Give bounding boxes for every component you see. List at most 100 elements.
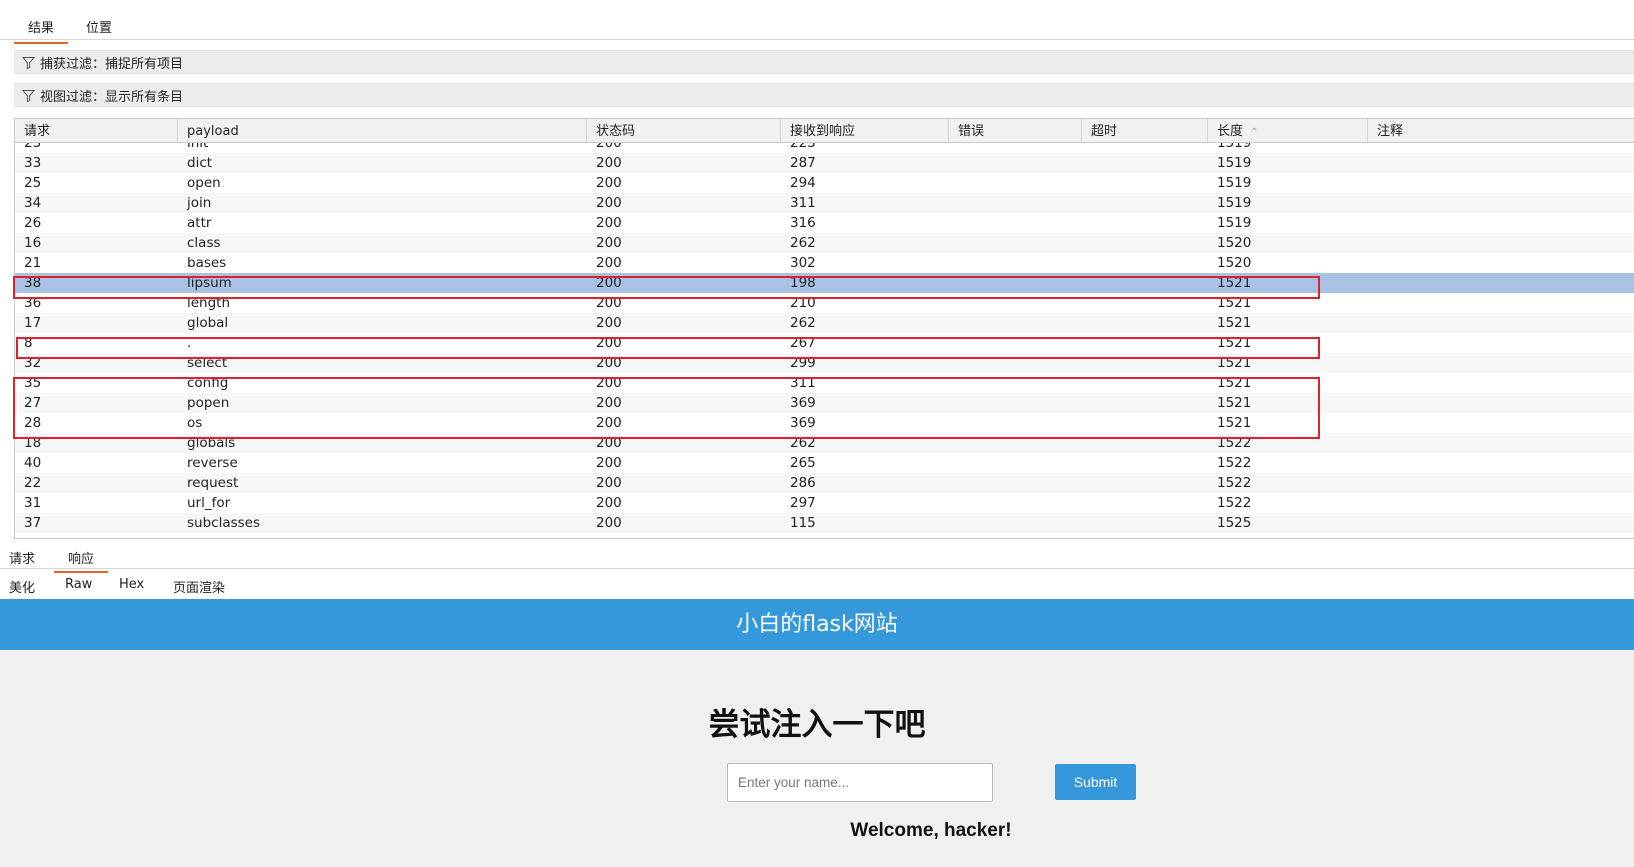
- cell-length: 1519: [1217, 215, 1252, 231]
- cell-payload: os: [187, 415, 203, 431]
- cell-request-id: 27: [24, 395, 42, 411]
- cell-request-id: 26: [24, 215, 42, 231]
- site-header: 小白的flask网站: [0, 599, 1634, 650]
- cell-request-id: 17: [24, 315, 42, 331]
- cell-request-id: 32: [24, 355, 42, 371]
- cell-payload: global: [187, 315, 229, 331]
- cell-status-code: 200: [596, 435, 622, 451]
- table-row[interactable]: 18 globals 200 262 1522: [15, 433, 1634, 453]
- cell-status-code: 200: [596, 235, 622, 251]
- cell-length: 1521: [1217, 395, 1252, 411]
- cell-status-code: 200: [596, 195, 622, 211]
- table-row[interactable]: 37 subclasses 200 115 1525: [15, 513, 1634, 533]
- cell-payload: request: [187, 475, 239, 491]
- tab-pretty[interactable]: 美化: [0, 577, 49, 600]
- table-row[interactable]: 36 length 200 210 1521: [15, 293, 1634, 313]
- cell-response-received: 302: [790, 255, 816, 271]
- page-heading: 尝试注入一下吧: [708, 707, 926, 743]
- table-row[interactable]: 33 dict 200 287 1519: [15, 153, 1634, 173]
- cell-response-received: 311: [790, 195, 816, 211]
- table-row[interactable]: 25 open 200 294 1519: [15, 173, 1634, 193]
- cell-response-received: 262: [790, 235, 816, 251]
- table-row[interactable]: 34 join 200 311 1519: [15, 193, 1634, 213]
- table-row[interactable]: 32 select 200 299 1521: [15, 353, 1634, 373]
- table-row[interactable]: 31 url_for 200 297 1522: [15, 493, 1634, 513]
- cell-response-received: 299: [790, 355, 816, 371]
- cell-response-received: 316: [790, 215, 816, 231]
- cell-payload: select: [187, 355, 228, 371]
- table-row[interactable]: 17 global 200 262 1521: [15, 313, 1634, 333]
- column-header-length[interactable]: 长度 ⌃: [1208, 119, 1368, 143]
- cell-payload: config: [187, 375, 229, 391]
- name-input[interactable]: [727, 763, 993, 802]
- table-row[interactable]: 35 config 200 311 1521: [15, 373, 1634, 393]
- cell-length: 1521: [1217, 295, 1252, 311]
- table-row[interactable]: 22 request 200 286 1522: [15, 473, 1634, 493]
- cell-length: 1520: [1217, 235, 1252, 251]
- cell-response-received: 198: [790, 275, 816, 291]
- cell-status-code: 200: [596, 515, 622, 531]
- cell-request-id: 31: [24, 495, 42, 511]
- column-header-payload[interactable]: payload: [178, 119, 587, 143]
- cell-request-id: 25: [24, 175, 42, 191]
- view-filter-label: 视图过滤：显示所有条目: [40, 89, 184, 105]
- cell-response-received: 115: [790, 515, 816, 531]
- column-header-error[interactable]: 错误: [949, 119, 1082, 143]
- column-header-request[interactable]: 请求: [15, 119, 178, 143]
- table-row[interactable]: 28 os 200 369 1521: [15, 413, 1634, 433]
- tab-raw[interactable]: Raw: [51, 577, 106, 596]
- table-row[interactable]: 38 lipsum 200 198 1521: [15, 273, 1634, 293]
- cell-request-id: 40: [24, 455, 42, 471]
- submit-button[interactable]: Submit: [1055, 764, 1136, 800]
- cell-status-code: 200: [596, 355, 622, 371]
- capture-filter-bar[interactable]: 捕获过滤：捕捉所有项目: [14, 50, 1634, 74]
- cell-response-received: 294: [790, 175, 816, 191]
- tab-request[interactable]: 请求: [0, 548, 49, 571]
- cell-response-received: 297: [790, 495, 816, 511]
- cell-response-received: 210: [790, 295, 816, 311]
- table-row[interactable]: 40 reverse 200 265 1522: [15, 453, 1634, 473]
- welcome-message: Welcome, hacker!: [850, 820, 1012, 841]
- column-header-response-received[interactable]: 接收到响应: [781, 119, 949, 143]
- table-row[interactable]: 21 bases 200 302 1520: [15, 253, 1634, 273]
- tab-positions[interactable]: 位置: [72, 17, 126, 42]
- cell-response-received: 369: [790, 415, 816, 431]
- cell-status-code: 200: [596, 335, 622, 351]
- cell-request-id: 34: [24, 195, 42, 211]
- cell-length: 1522: [1217, 455, 1252, 471]
- view-filter-bar[interactable]: 视图过滤：显示所有条目: [14, 83, 1634, 107]
- table-row[interactable]: 26 attr 200 316 1519: [15, 213, 1634, 233]
- cell-payload: bases: [187, 255, 227, 271]
- cell-status-code: 200: [596, 175, 622, 191]
- cell-request-id: 16: [24, 235, 42, 251]
- cell-length: 1521: [1217, 355, 1252, 371]
- cell-payload: popen: [187, 395, 230, 411]
- table-row[interactable]: 8. 200 267 1521: [15, 333, 1634, 353]
- view-tab-bar: 美化 Raw Hex 页面渲染: [0, 570, 1634, 602]
- cell-status-code: 200: [596, 315, 622, 331]
- cell-response-received: 262: [790, 315, 816, 331]
- cell-status-code: 200: [596, 415, 622, 431]
- cell-status-code: 200: [596, 375, 622, 391]
- table-row[interactable]: 16 class 200 262 1520: [15, 233, 1634, 253]
- column-header-status[interactable]: 状态码: [587, 119, 781, 143]
- cell-length: 1521: [1217, 275, 1252, 291]
- cell-request-id: 22: [24, 475, 42, 491]
- rendered-page: 小白的flask网站 尝试注入一下吧 Submit Welcome, hacke…: [0, 599, 1634, 867]
- cell-payload: open: [187, 175, 221, 191]
- cell-payload: join: [187, 195, 212, 211]
- cell-payload: lipsum: [187, 275, 232, 291]
- cell-request-id: 35: [24, 375, 42, 391]
- cell-payload: globals: [187, 435, 236, 451]
- column-header-timeout[interactable]: 超时: [1082, 119, 1208, 143]
- cell-payload: .: [187, 335, 192, 351]
- tab-results[interactable]: 结果: [14, 17, 69, 44]
- cell-request-id: 28: [24, 415, 42, 431]
- cell-status-code: 200: [596, 255, 622, 271]
- column-header-comment[interactable]: 注释: [1368, 119, 1634, 143]
- cell-request-id: 38: [24, 275, 42, 291]
- cell-length: 1520: [1217, 255, 1252, 271]
- funnel-icon: [22, 56, 35, 69]
- tab-hex[interactable]: Hex: [105, 577, 158, 596]
- table-row[interactable]: 27 popen 200 369 1521: [15, 393, 1634, 413]
